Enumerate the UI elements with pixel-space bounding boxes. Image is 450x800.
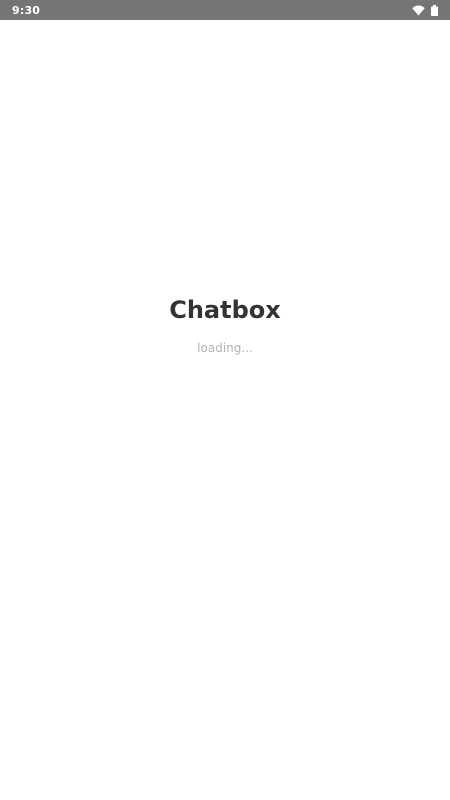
- splash-screen: Chatbox loading...: [0, 295, 450, 356]
- wifi-icon: [412, 5, 425, 16]
- app-body: Chatbox loading...: [0, 20, 450, 800]
- status-bar: 9:30: [0, 0, 450, 20]
- status-icons: [412, 4, 438, 16]
- loading-text: loading...: [197, 341, 253, 355]
- status-time: 9:30: [12, 3, 41, 17]
- battery-icon: [431, 4, 438, 16]
- app-title: Chatbox: [169, 296, 281, 324]
